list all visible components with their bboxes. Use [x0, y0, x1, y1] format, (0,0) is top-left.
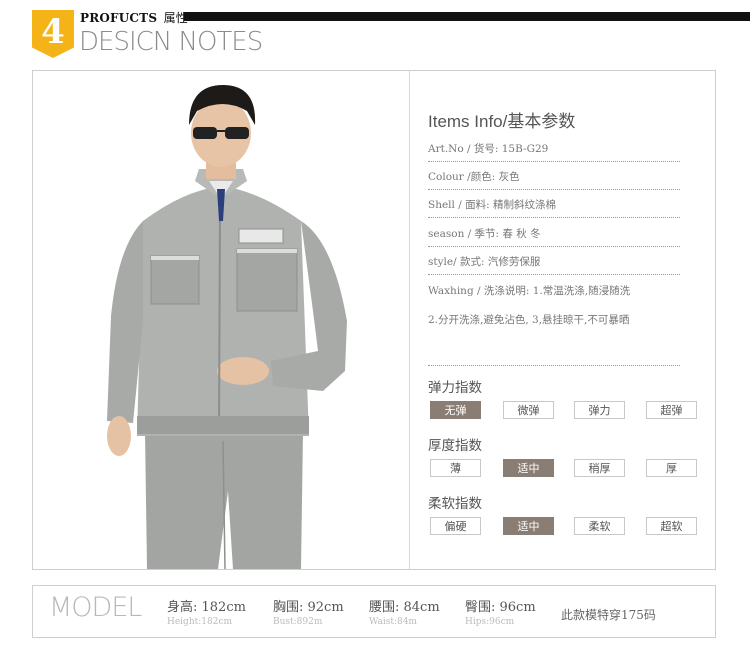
chip-elastic-slight: 微弹	[503, 401, 554, 419]
model-hips-cn: 臀围: 96cm	[465, 600, 536, 615]
spec-shell: Shell / 面料: 精制斜纹涤棉	[428, 199, 556, 211]
model-photo	[33, 71, 409, 569]
model-bust-cn: 胸围: 92cm	[273, 600, 344, 615]
section-header: 4 PROFUCTS 属性 DESICN NOTES	[0, 0, 750, 66]
vertical-divider	[409, 71, 410, 569]
elasticity-index-title: 弹力指数	[428, 380, 482, 396]
dotted-divider	[428, 365, 680, 366]
model-bust: 胸围: 92cm Bust:892m	[273, 596, 344, 627]
spec-washing: Waxhing / 洗涤说明: 1.常温洗涤,随浸随洗	[428, 285, 631, 297]
model-hips-en: Hips:96cm	[465, 617, 515, 627]
thickness-options: 薄 适中 稍厚 厚	[430, 459, 700, 479]
thickness-index-title: 厚度指数	[428, 438, 482, 454]
spec-season: season / 季节: 春 秋 冬	[428, 228, 541, 240]
model-label: MODEL	[49, 592, 142, 623]
chip-elastic-none: 无弹	[430, 401, 481, 419]
dotted-divider	[428, 246, 680, 247]
items-info-title: Items Info/基本参数	[428, 112, 576, 131]
chip-thickness-medium: 适中	[503, 459, 554, 477]
products-label: PROFUCTS 属性	[80, 9, 188, 26]
dotted-divider	[428, 161, 680, 162]
model-height-en: Height:182cm	[167, 617, 233, 627]
spec-style: style/ 款式: 汽修劳保服	[428, 256, 541, 268]
chip-softness-medium: 适中	[503, 517, 554, 535]
header-divider-bar	[184, 12, 750, 21]
model-measurements-bar: MODEL 身高: 182cm Height:182cm 胸围: 92cm Bu…	[32, 585, 716, 638]
chip-elastic-normal: 弹力	[574, 401, 625, 419]
spec-colour: Colour /颜色: 灰色	[428, 171, 520, 183]
dotted-divider	[428, 189, 680, 190]
dotted-divider	[428, 274, 680, 275]
design-notes-title: DESICN NOTES	[79, 27, 263, 57]
chip-elastic-super: 超弹	[646, 401, 697, 419]
chip-softness-soft: 柔软	[574, 517, 625, 535]
chip-softness-hard: 偏硬	[430, 517, 481, 535]
chip-softness-super-soft: 超软	[646, 517, 697, 535]
chip-thickness-thin: 薄	[430, 459, 481, 477]
chip-thickness-slightly-thick: 稍厚	[574, 459, 625, 477]
model-waist-cn: 腰围: 84cm	[369, 600, 440, 615]
softness-options: 偏硬 适中 柔软 超软	[430, 517, 700, 537]
section-number-badge: 4	[32, 10, 74, 58]
section-number: 4	[41, 12, 65, 52]
dotted-divider	[428, 217, 680, 218]
model-waist-en: Waist:84m	[369, 617, 417, 627]
spec-washing-cont: 2.分开洗涤,避免沾色, 3,悬挂晾干,不可暴晒	[428, 314, 630, 326]
model-waist: 腰围: 84cm Waist:84m	[369, 596, 440, 627]
chip-thickness-thick: 厚	[646, 459, 697, 477]
model-photo-illustration	[33, 71, 409, 569]
items-info-panel: Items Info/基本参数 Art.No / 货号: 15B-G29 Col…	[428, 71, 708, 569]
model-height-cn: 身高: 182cm	[167, 600, 246, 615]
elasticity-options: 无弹 微弹 弹力 超弹	[430, 401, 700, 421]
product-detail-frame: Items Info/基本参数 Art.No / 货号: 15B-G29 Col…	[32, 70, 716, 570]
softness-index-title: 柔软指数	[428, 496, 482, 512]
model-hips: 臀围: 96cm Hips:96cm	[465, 596, 536, 627]
spec-art-no: Art.No / 货号: 15B-G29	[428, 143, 549, 155]
model-bust-en: Bust:892m	[273, 617, 323, 627]
model-size-note: 此款模特穿175码	[561, 608, 656, 622]
products-label-en: PROFUCTS	[80, 11, 158, 25]
model-height: 身高: 182cm Height:182cm	[167, 596, 246, 627]
